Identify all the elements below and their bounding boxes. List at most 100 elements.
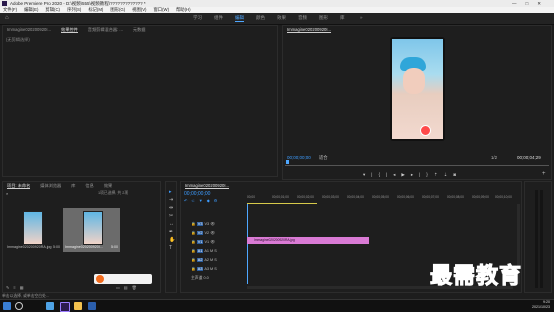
playback-resolution-dropdown[interactable]: 1/2 bbox=[491, 155, 497, 160]
workspace-learn[interactable]: 学习 bbox=[193, 15, 202, 21]
workspace-audio[interactable]: 音频 bbox=[298, 15, 307, 21]
more-workspaces-button[interactable]: » bbox=[360, 15, 363, 20]
track-header-a3[interactable]: 🔒 A3 A3 M S bbox=[191, 265, 243, 274]
wrench-icon[interactable]: ⚙ bbox=[214, 198, 222, 203]
tab-effect-controls[interactable]: 效果控件 bbox=[61, 27, 78, 33]
new-bin-icon[interactable]: ▭ bbox=[116, 285, 124, 290]
icon-view-icon[interactable]: ▦ bbox=[20, 285, 28, 290]
menu-marker[interactable]: 标记(M) bbox=[88, 7, 103, 12]
tab-effects[interactable]: 效果 bbox=[104, 183, 112, 188]
tab-sequence[interactable]: Immagine020200920I... bbox=[185, 183, 229, 189]
workspace-libraries[interactable]: 库 bbox=[340, 15, 345, 21]
fit-dropdown[interactable]: 适合 bbox=[319, 155, 328, 161]
menu-window[interactable]: 窗口(W) bbox=[154, 7, 170, 12]
folder-icon[interactable] bbox=[74, 302, 82, 310]
sequence-name: Immagine020200920I... bbox=[65, 245, 103, 249]
workspace-effects[interactable]: 效果 bbox=[277, 15, 286, 21]
workspace-graphics[interactable]: 图形 bbox=[319, 15, 328, 21]
no-clip-selected-label: (无剪辑选择) bbox=[6, 37, 30, 42]
watermark: 最需教育 bbox=[429, 263, 523, 290]
timeline-timecode: 00;00;00;00 bbox=[184, 191, 211, 197]
tab-program[interactable]: Immagine020200920I... bbox=[287, 27, 331, 33]
hand-icon[interactable]: ✋ bbox=[169, 236, 175, 244]
search-taskbar-icon[interactable] bbox=[15, 302, 23, 310]
word-icon[interactable] bbox=[88, 302, 96, 310]
workspace-assembly[interactable]: 组件 bbox=[214, 15, 223, 21]
timeline-clip[interactable]: Immagine020200920RA.jpg bbox=[247, 237, 369, 244]
playhead-marker[interactable] bbox=[286, 160, 289, 164]
tab-source[interactable]: Immagine020200920I... bbox=[7, 27, 51, 32]
slip-icon[interactable]: ↔ bbox=[169, 220, 175, 228]
menu-sequence[interactable]: 序列(S) bbox=[67, 7, 81, 12]
menu-graphics[interactable]: 图形(G) bbox=[110, 7, 125, 12]
go-to-in-icon[interactable]: { bbox=[378, 172, 386, 177]
menu-help[interactable]: 帮助(H) bbox=[176, 7, 191, 12]
timeline-toolbar: ↶⊂▼◆⚙ bbox=[184, 198, 221, 203]
maximize-button[interactable]: □ bbox=[526, 1, 538, 6]
track-header-a1[interactable]: 🔒 A1 A1 M S bbox=[191, 247, 243, 256]
menu-file[interactable]: 文件(F) bbox=[3, 7, 17, 12]
trash-icon[interactable]: 🗑 bbox=[132, 285, 141, 290]
track-header-a2[interactable]: 🔒 A2 A2 M S bbox=[191, 256, 243, 265]
windows-start-icon[interactable] bbox=[3, 302, 11, 310]
add-marker-icon[interactable]: ▼ bbox=[199, 198, 207, 203]
close-button[interactable]: ✕ bbox=[537, 1, 550, 6]
play-icon[interactable]: ▶ bbox=[401, 172, 410, 177]
transport-controls: ▾|{|◂▶▸|}⇡⇣◙ bbox=[363, 172, 462, 178]
tab-audio-mixer[interactable]: 音频剪辑混合器: ... bbox=[88, 27, 123, 32]
selection-tool-icon[interactable]: ▸ bbox=[169, 188, 172, 196]
tab-libraries[interactable]: 库 bbox=[71, 183, 75, 188]
time-ruler[interactable]: 00;00 00;00;01;00 00;00;02;00 00;00;03;0… bbox=[247, 195, 517, 203]
playhead-bar[interactable] bbox=[285, 160, 549, 166]
minimize-button[interactable]: — bbox=[512, 1, 526, 6]
tab-info[interactable]: 信息 bbox=[85, 183, 93, 188]
add-button-icon[interactable]: + bbox=[542, 171, 546, 177]
project-item-selected[interactable]: Immagine020200920I... 5:00 bbox=[63, 208, 120, 252]
system-clock[interactable]: 9:20 2021/10/23 bbox=[532, 300, 550, 310]
export-frame-icon[interactable]: ◙ bbox=[453, 172, 462, 177]
tab-project[interactable]: 项目: 未命名 bbox=[7, 183, 31, 189]
track-headers: 🔒 V3 V3 👁 🔒 V2 V2 👁 🔒 V1 V1 👁 🔒 A1 A1 M … bbox=[191, 220, 243, 283]
timeline-playhead[interactable] bbox=[247, 204, 248, 284]
sequence-duration: 5:00 bbox=[111, 245, 118, 249]
project-actions: ▭▤🗑 bbox=[116, 285, 141, 290]
step-forward-icon[interactable]: ▸| bbox=[411, 172, 426, 177]
track-header-v2[interactable]: 🔒 V2 V2 👁 bbox=[191, 229, 243, 238]
work-area-bar[interactable] bbox=[247, 203, 317, 204]
windows-taskbar: 9:20 2021/10/23 bbox=[0, 299, 554, 312]
ripple-edit-icon[interactable]: ⇹ bbox=[169, 204, 175, 212]
go-to-out-icon[interactable]: } bbox=[426, 172, 434, 177]
menu-edit[interactable]: 编辑(E) bbox=[24, 7, 38, 12]
project-item[interactable]: Immagine020200920RA.jpg 5:00 bbox=[7, 208, 61, 252]
sequence-thumbnail bbox=[83, 211, 103, 245]
workspace-color[interactable]: 颜色 bbox=[256, 15, 265, 21]
pen-icon[interactable]: ✒ bbox=[169, 228, 175, 236]
clip-thumbnail bbox=[23, 211, 43, 245]
marker-icon[interactable]: ◆ bbox=[207, 198, 214, 203]
menu-view[interactable]: 视图(V) bbox=[132, 7, 146, 12]
premiere-logo-icon bbox=[2, 1, 7, 6]
menu-clip[interactable]: 剪辑(C) bbox=[45, 7, 60, 12]
track-select-icon[interactable]: ⇥ bbox=[169, 196, 175, 204]
edge-icon[interactable] bbox=[46, 302, 54, 310]
type-icon[interactable]: T bbox=[169, 244, 175, 252]
tab-media-browser[interactable]: 媒体浏览器 bbox=[40, 183, 61, 188]
effect-controls-panel: Immagine020200920I... 效果控件 音频剪辑混合器: ... 元数据… bbox=[2, 25, 278, 177]
razor-icon[interactable]: ✂ bbox=[169, 212, 175, 220]
search-icon[interactable]: ⌕ bbox=[6, 191, 8, 196]
program-monitor: Immagine020200920I... 00;00;00;00 适合 1/2… bbox=[282, 25, 552, 180]
record-button-icon bbox=[420, 125, 431, 136]
track-header-v1[interactable]: 🔒 V1 V1 👁 bbox=[191, 238, 243, 247]
home-icon[interactable]: ⌂ bbox=[5, 15, 9, 21]
input-method-icon[interactable] bbox=[96, 275, 104, 283]
track-header-v3[interactable]: 🔒 V3 V3 👁 bbox=[191, 220, 243, 229]
new-item-icon[interactable]: ▤ bbox=[124, 285, 132, 290]
lift-icon[interactable]: ⇡ bbox=[434, 172, 444, 177]
extract-icon[interactable]: ⇣ bbox=[444, 172, 454, 177]
tab-metadata[interactable]: 元数据 bbox=[133, 27, 146, 32]
step-back-icon[interactable]: |◂ bbox=[386, 172, 401, 177]
face bbox=[403, 68, 425, 94]
linked-icon[interactable]: ⊂ bbox=[191, 198, 198, 203]
project-panel: 项目: 未命名 媒体浏览器 库 信息 效果 ⌕ 1项已选择, 共 2项 Immagine… bbox=[2, 181, 161, 293]
workspace-editing[interactable]: 编辑 bbox=[235, 15, 244, 22]
